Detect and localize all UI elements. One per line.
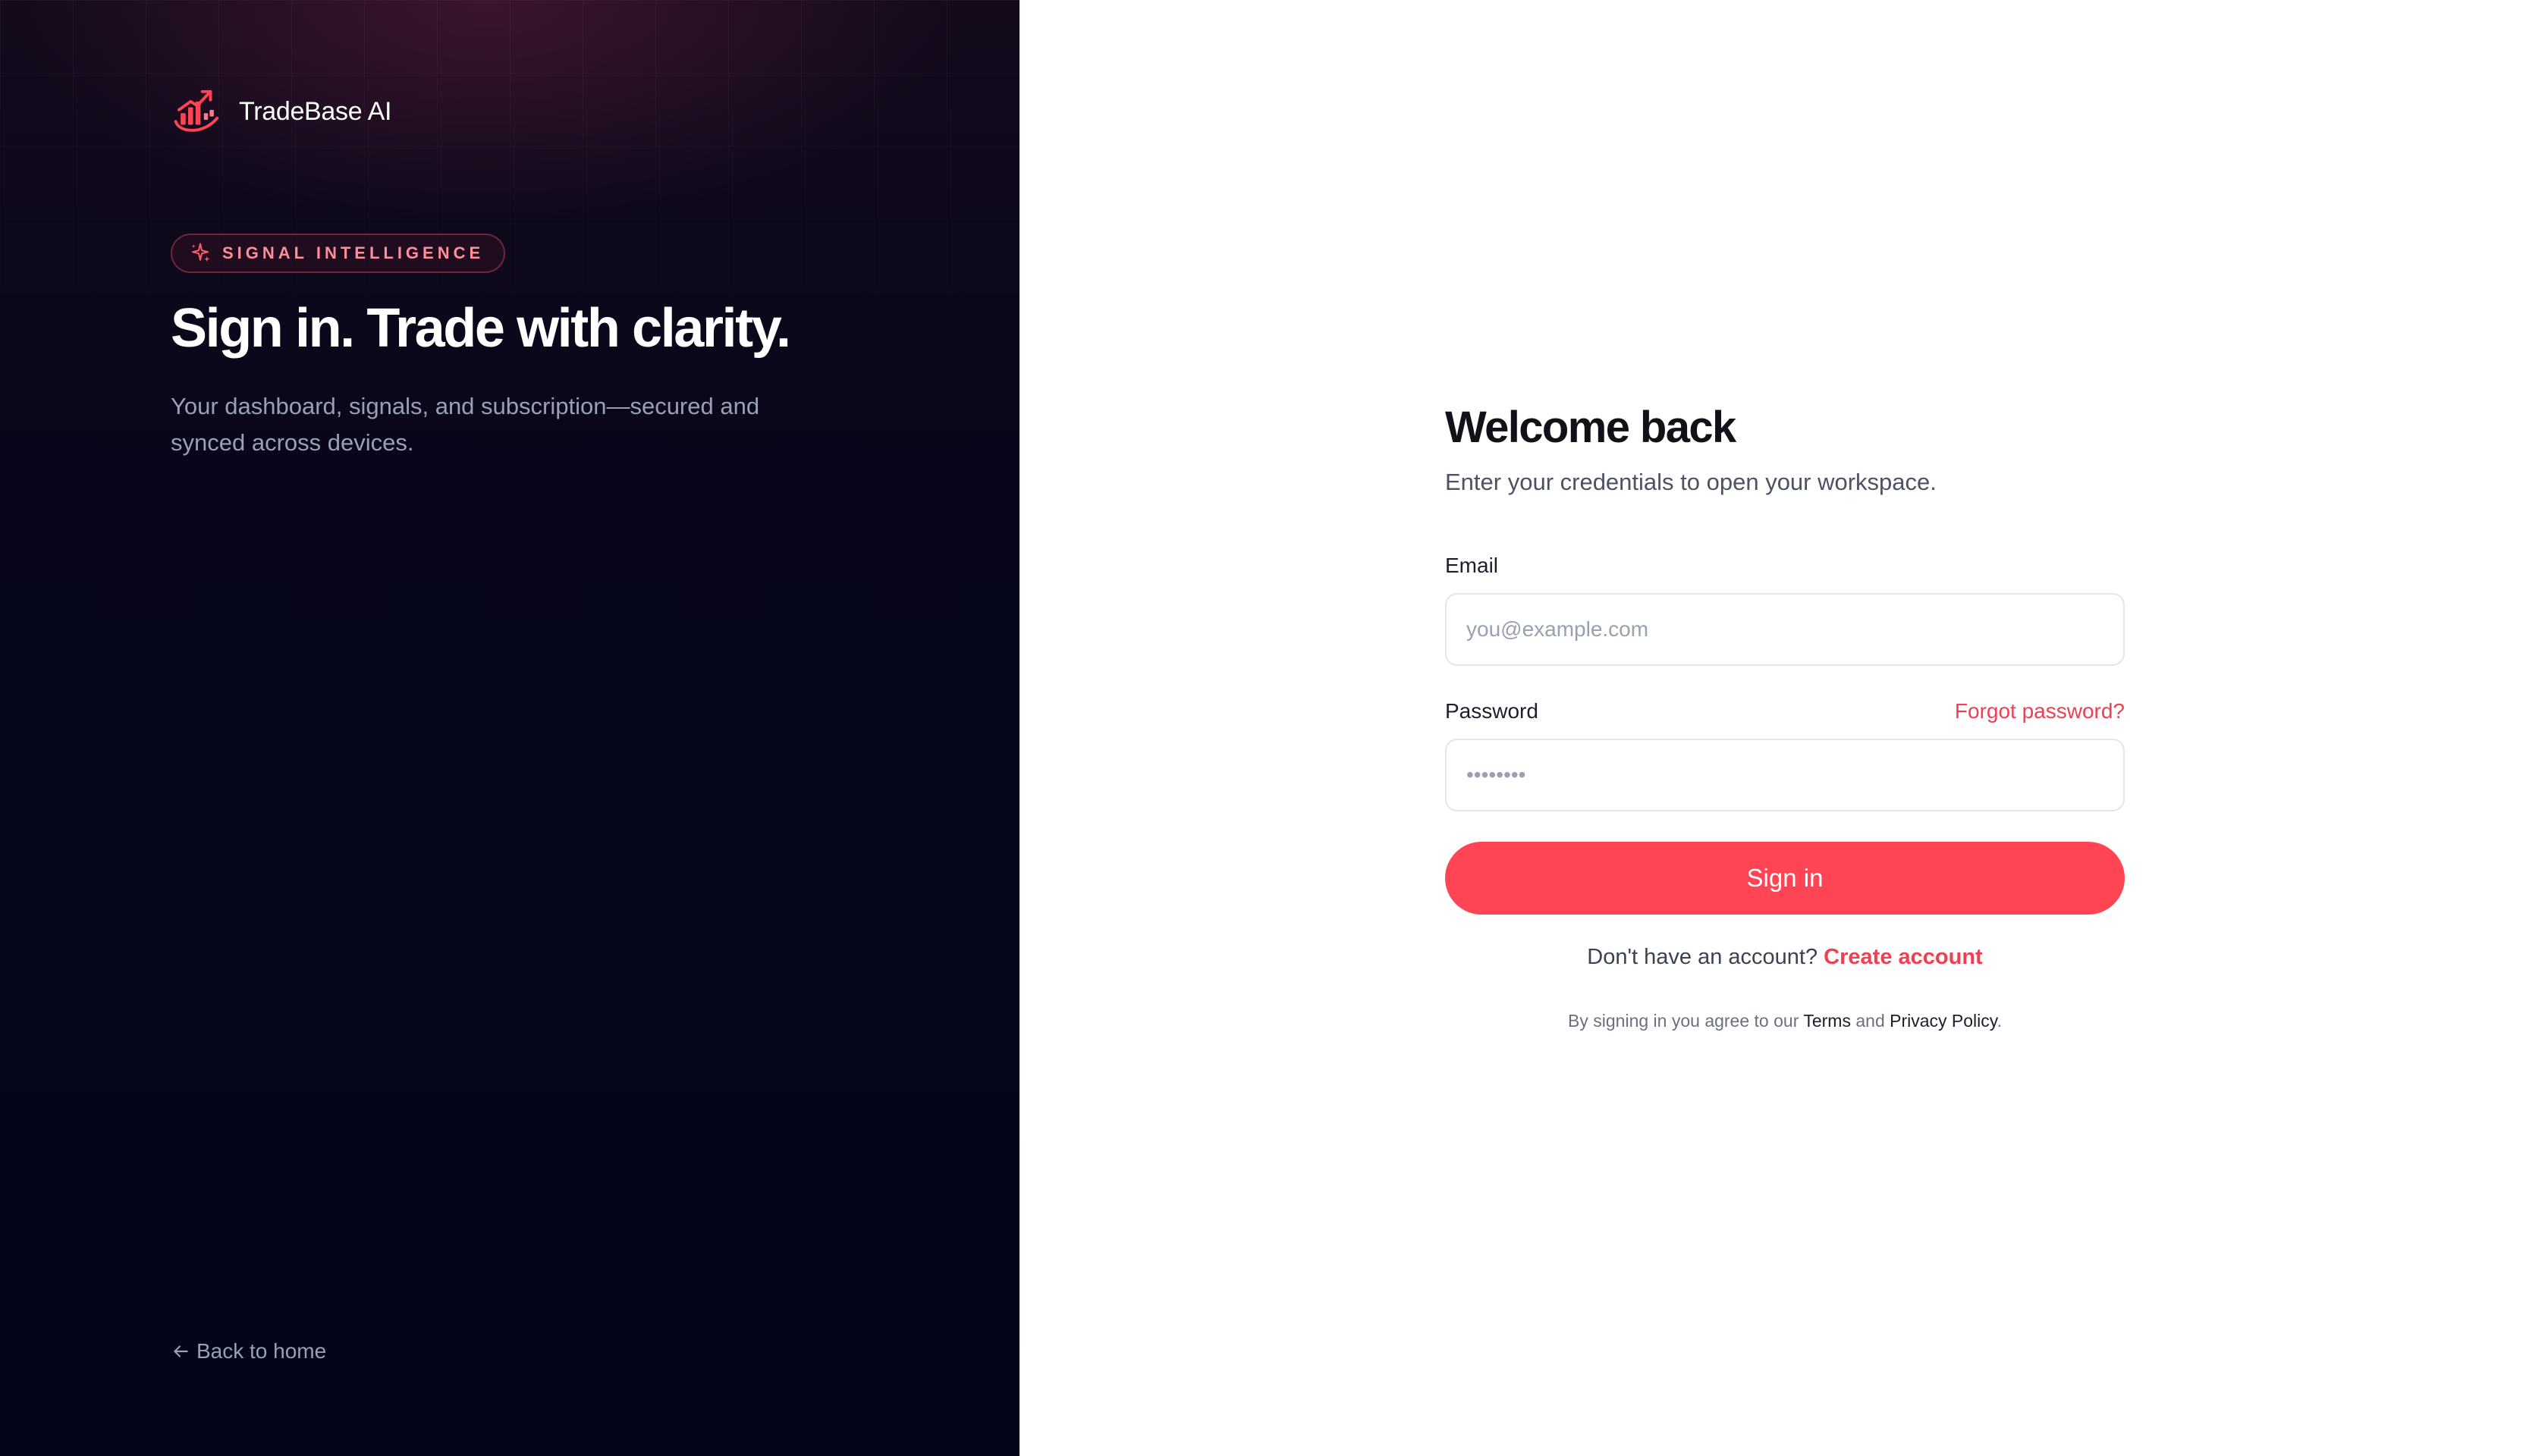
form-subtitle: Enter your credentials to open your work… [1445, 469, 1937, 495]
brand[interactable]: TradeBase AI [171, 85, 391, 138]
legal-prefix: By signing in you agree to our [1568, 1011, 1799, 1031]
terms-link[interactable]: Terms [1803, 1011, 1851, 1031]
brand-name: TradeBase AI [239, 96, 392, 126]
badge-label: SIGNAL INTELLIGENCE [222, 243, 485, 262]
email-field[interactable] [1445, 593, 2125, 666]
hero-headline: Sign in. Trade with clarity. [171, 298, 791, 359]
forgot-password-link[interactable]: Forgot password? [1955, 699, 2125, 723]
chart-rocket-logo-icon [174, 89, 219, 132]
legal-and: and [1855, 1011, 1885, 1031]
email-label: Email [1445, 554, 1499, 577]
signup-prompt-row: Don't have an account? Create account [1445, 945, 2125, 970]
hero-panel: TradeBase AI SIGNAL INTELLIGENCE Sign in… [0, 0, 1020, 1456]
signin-panel: Welcome back Enter your credentials to o… [1020, 0, 2548, 1456]
legal-suffix: . [1997, 1011, 2002, 1031]
back-to-home-link[interactable]: Back to home [171, 1339, 326, 1363]
password-field[interactable] [1445, 739, 2125, 811]
sign-in-button[interactable]: Sign in [1445, 842, 2125, 915]
email-label-row: Email [1445, 554, 2125, 578]
password-label: Password [1445, 699, 1538, 723]
hero-subcopy: Your dashboard, signals, and subscriptio… [171, 393, 760, 456]
form-title: Welcome back [1445, 403, 1736, 452]
arrow-left-icon [174, 1345, 188, 1357]
sparkle-icon [191, 243, 210, 262]
create-account-link[interactable]: Create account [1824, 945, 1983, 969]
signup-prompt: Don't have an account? [1587, 945, 1818, 969]
back-to-home-label: Back to home [196, 1339, 327, 1363]
legal-notice: By signing in you agree to our Terms and… [1445, 1011, 2125, 1031]
password-label-row: Password Forgot password? [1445, 699, 2125, 723]
privacy-policy-link[interactable]: Privacy Policy [1890, 1011, 1997, 1031]
signin-form: Welcome back Enter your credentials to o… [1445, 394, 2125, 1031]
signal-badge: SIGNAL INTELLIGENCE [171, 234, 506, 273]
